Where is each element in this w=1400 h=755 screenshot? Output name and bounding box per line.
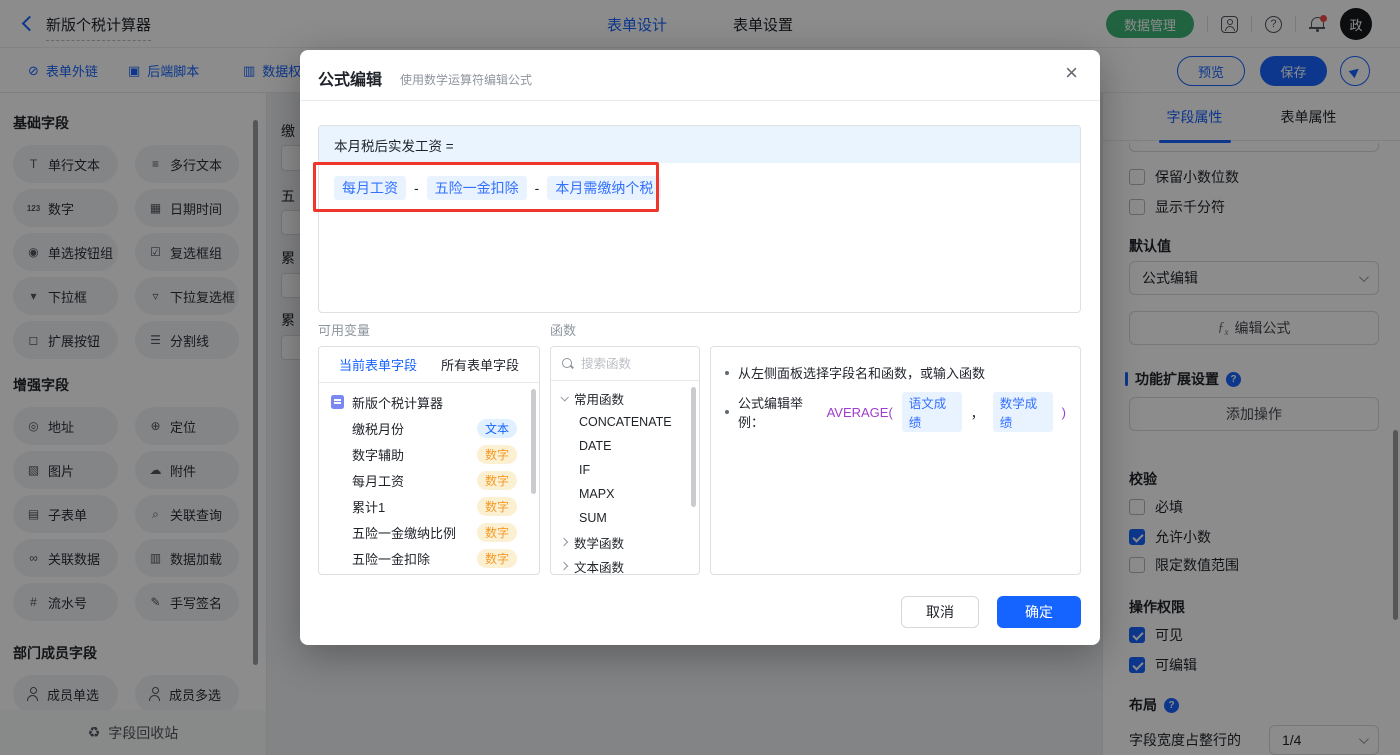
type-badge: 数字 xyxy=(476,470,517,490)
formula-field-chip[interactable]: 本月需缴纳个税 xyxy=(547,176,662,200)
example-comma: ， xyxy=(970,405,984,421)
type-badge: 数字 xyxy=(476,522,517,542)
function-group[interactable]: 常用函数 xyxy=(551,386,699,410)
variable-row[interactable]: 五险一金扣除 数字 xyxy=(319,545,539,571)
variable-row[interactable]: 累计1 数字 xyxy=(319,493,539,519)
form-node[interactable]: 新版个税计算器 xyxy=(319,389,539,415)
function-item[interactable]: CONCATENATE xyxy=(551,410,699,434)
divider xyxy=(300,100,1100,101)
dialog-title: 公式编辑 xyxy=(318,72,383,89)
form-icon xyxy=(331,395,344,409)
function-group[interactable]: 文本函数 xyxy=(551,554,699,574)
caret-right-icon xyxy=(559,561,569,571)
variables-scrollbar[interactable] xyxy=(531,389,536,494)
help-line-1: 从左侧面板选择字段名和函数，或输入函数 xyxy=(738,366,986,381)
variable-row[interactable]: 每月工资 数字 xyxy=(319,467,539,493)
functions-panel: 常用函数 CONCATENATE DATE IF MAPX SUM 数学函数 文… xyxy=(550,346,700,575)
formula-field-chip[interactable]: 每月工资 xyxy=(334,176,406,200)
cancel-button[interactable]: 取消 xyxy=(901,596,979,628)
variable-row[interactable]: 五险一金缴纳比例 数字 xyxy=(319,519,539,545)
confirm-button[interactable]: 确定 xyxy=(997,596,1081,628)
function-search[interactable] xyxy=(551,347,699,381)
tab-current-form-fields[interactable]: 当前表单字段 xyxy=(339,355,417,374)
formula-field-chip[interactable]: 五险一金扣除 xyxy=(426,176,527,200)
formula-target: 本月税后实发工资 = xyxy=(319,126,1080,163)
function-search-input[interactable] xyxy=(581,356,681,371)
example-function-open: AVERAGE( xyxy=(826,404,893,420)
function-item[interactable]: SUM xyxy=(551,506,699,530)
close-icon[interactable]: × xyxy=(1065,62,1078,84)
operator-minus: - xyxy=(414,180,419,196)
functions-label: 函数 xyxy=(550,323,577,338)
help-example-prefix: 公式编辑举例： xyxy=(738,396,804,430)
formula-editor-area[interactable]: 本月税后实发工资 = 每月工资 - 五险一金扣除 - 本月需缴纳个税 xyxy=(318,125,1081,313)
example-function-close: ) xyxy=(1061,404,1066,420)
functions-scrollbar[interactable] xyxy=(691,387,696,507)
variable-row[interactable]: 数字辅助 数字 xyxy=(319,441,539,467)
example-field-chip: 数学成绩 xyxy=(992,392,1053,432)
tab-all-form-fields[interactable]: 所有表单字段 xyxy=(441,355,519,374)
function-item[interactable]: IF xyxy=(551,458,699,482)
variables-panel: 当前表单字段 所有表单字段 新版个税计算器 缴税月份 文本 数字辅助 数字 每月工资… xyxy=(318,346,540,575)
function-group[interactable]: 数学函数 xyxy=(551,530,699,554)
type-badge: 数字 xyxy=(476,548,517,568)
caret-down-icon xyxy=(560,393,569,402)
search-icon xyxy=(561,357,574,370)
formula-editor-dialog: 公式编辑 使用数学运算符编辑公式 × 本月税后实发工资 = 每月工资 - 五险一… xyxy=(300,50,1100,645)
type-badge: 数字 xyxy=(476,444,517,464)
dialog-subtitle: 使用数学运算符编辑公式 xyxy=(400,73,533,87)
caret-right-icon xyxy=(559,537,569,547)
variable-row[interactable]: 缴税月份 文本 xyxy=(319,415,539,441)
function-item[interactable]: MAPX xyxy=(551,482,699,506)
bullet xyxy=(725,410,729,414)
formula-help-panel: 从左侧面板选择字段名和函数，或输入函数 公式编辑举例： AVERAGE( 语文成… xyxy=(710,346,1081,575)
function-item[interactable]: DATE xyxy=(551,434,699,458)
type-badge: 文本 xyxy=(476,418,517,438)
type-badge: 数字 xyxy=(476,496,517,516)
formula-expression[interactable]: 每月工资 - 五险一金扣除 - 本月需缴纳个税 xyxy=(319,163,1080,213)
variables-label: 可用变量 xyxy=(318,323,371,338)
example-field-chip: 语文成绩 xyxy=(901,392,962,432)
operator-minus: - xyxy=(534,180,540,196)
bullet xyxy=(725,370,729,375)
